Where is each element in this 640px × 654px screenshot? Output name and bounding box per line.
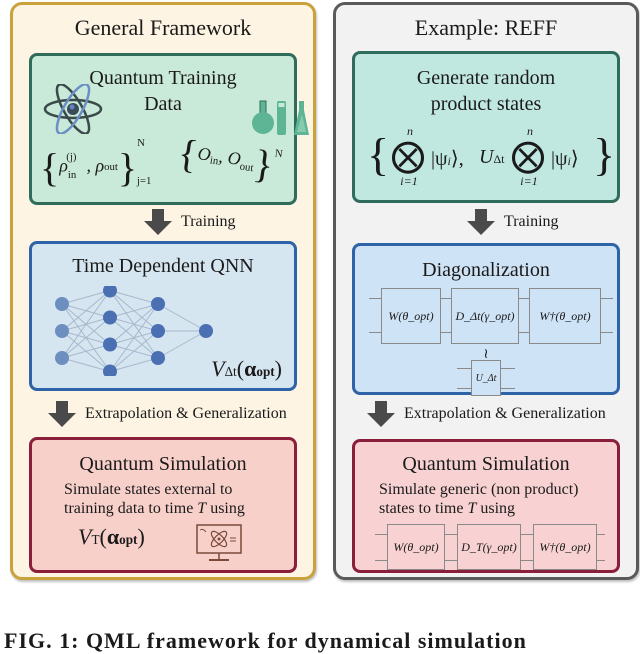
network-edge [61, 290, 111, 359]
rho-data-formula: {ρin(j), ρout}Nj=1 [40, 136, 152, 190]
down-arrow-icon [367, 401, 395, 427]
box-title-line1: Generate random [416, 67, 556, 89]
neural-network-diagram [55, 286, 213, 376]
qnn-operator: VΔt(αopt) [211, 356, 282, 381]
network-edge [61, 344, 111, 359]
network-node [103, 286, 117, 298]
network-node [151, 324, 165, 338]
network-node [55, 324, 69, 338]
arrow-label: Extrapolation & Generalization [85, 405, 287, 422]
box-title: Quantum Simulation [79, 453, 247, 475]
qnn-box: Time Dependent QNN VΔt(αopt) [29, 241, 297, 391]
quantum-training-data-box: Quantum Training Data {ρin(j), ρout}Nj=1… [29, 53, 309, 205]
arrow-label: Extrapolation & Generalization [404, 405, 606, 422]
network-edge [109, 290, 159, 305]
network-edge [61, 290, 111, 305]
down-arrow-icon [467, 209, 495, 235]
simulation-description: Simulate states external to training dat… [64, 481, 245, 517]
network-node [55, 297, 69, 311]
box-title: Time Dependent QNN [72, 255, 254, 277]
network-edge [109, 303, 159, 318]
network-node [151, 297, 165, 311]
network-node [199, 324, 213, 338]
observable-data-formula: {Oin, Oout}N [175, 130, 284, 188]
lab-glassware-icon [252, 100, 309, 135]
quantum-computer-monitor-icon [196, 524, 242, 561]
network-node [103, 364, 117, 376]
arrow-label: Training [181, 213, 236, 230]
box-title: Quantum Simulation [402, 453, 570, 475]
atom-icon [43, 84, 103, 134]
network-edge [157, 330, 207, 359]
arrow-label: Training [504, 213, 559, 230]
gate-w: W(θ_opt) [387, 524, 445, 570]
network-edge [61, 357, 111, 372]
gate-w-dagger: W†(θ_opt) [529, 288, 601, 344]
simulation-operator: VT(αopt) [78, 524, 145, 549]
network-edge [109, 357, 159, 372]
down-arrow-icon [144, 209, 172, 235]
product-state-formula: { n ⨂ i=1 |ψi⟩, UΔt n ⨂ i=1 |ψi⟩ } [367, 124, 616, 188]
diagonalization-box: Diagonalization W(θ_opt) D_Δt(γ_opt) W†(… [352, 243, 620, 396]
quantum-simulation-box: Quantum Simulation Simulate states exter… [29, 437, 297, 573]
box-title: Diagonalization [422, 259, 550, 281]
gate-u: U_Δt [471, 360, 501, 396]
gate-w-dagger: W†(θ_opt) [533, 524, 597, 570]
gate-w: W(θ_opt) [381, 288, 441, 344]
box-title-line2: product states [430, 93, 542, 115]
network-edge [109, 303, 159, 372]
network-node [103, 310, 117, 325]
gate-d: D_Δt(γ_opt) [451, 288, 519, 344]
network-edge [157, 303, 207, 332]
general-framework-panel: General Framework Quantum Training Data … [10, 2, 316, 580]
down-arrow-icon [48, 401, 76, 427]
extrapolation-arrow: Extrapolation & Generalization [366, 401, 606, 427]
panel-title: Example: REFF [414, 15, 558, 40]
panel-title: General Framework [74, 15, 252, 40]
example-reff-panel: Example: REFF Generate random product st… [333, 2, 639, 580]
generate-states-box: Generate random product states { n ⨂ i=1… [352, 51, 620, 203]
network-node [55, 351, 69, 365]
training-arrow: Training [466, 209, 559, 235]
training-arrow: Training [143, 209, 236, 235]
gate-d: D_T(γ_opt) [457, 524, 521, 570]
network-node [103, 337, 117, 352]
simulation-description: Simulate generic (non product) states to… [379, 481, 579, 517]
figure-caption: FIG. 1: QML framework for dynamical simu… [4, 628, 527, 653]
network-node [151, 351, 165, 365]
quantum-simulation-box: Quantum Simulation Simulate generic (non… [352, 439, 620, 573]
extrapolation-arrow: Extrapolation & Generalization [47, 401, 287, 427]
